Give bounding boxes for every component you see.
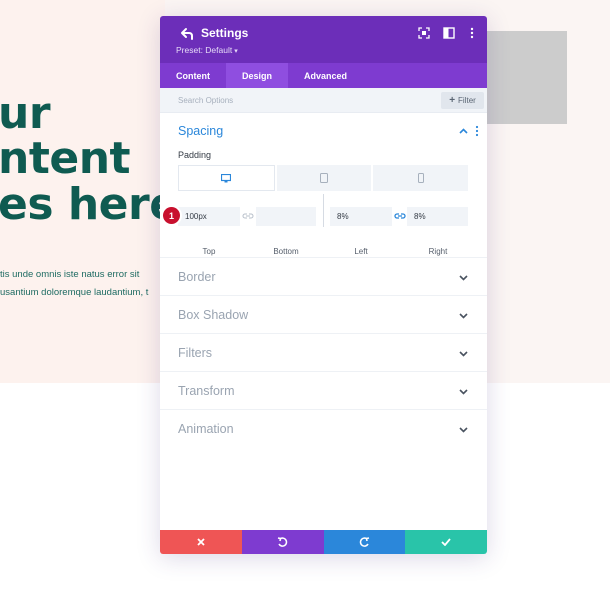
redo-icon (359, 536, 370, 547)
preset-dropdown[interactable]: Preset: Default ▾ (176, 45, 238, 55)
modal-header: Settings Preset: Default ▾ (160, 16, 487, 63)
step-badge: 1 (163, 207, 180, 224)
chevron-down-icon (459, 427, 468, 433)
search-options-bar[interactable]: Search Options + Filter (160, 88, 487, 113)
desktop-icon (221, 173, 232, 182)
section-animation-title: Animation (178, 422, 234, 436)
padding-right-label: Right (428, 247, 448, 256)
settings-modal: Settings Preset: Default ▾ Content Design… (160, 16, 487, 554)
filter-button[interactable]: + Filter (441, 92, 484, 109)
padding-right-input[interactable]: 8% (407, 207, 468, 226)
body-text-line-2: usantium doloremque laudantium, t (0, 287, 149, 298)
caret-down-icon: ▾ (234, 48, 238, 55)
padding-left-label: Left (354, 247, 368, 256)
more-vertical-icon[interactable] (473, 125, 481, 137)
tab-content[interactable]: Content (160, 63, 226, 88)
divider (323, 194, 324, 227)
cancel-icon (197, 538, 205, 546)
section-transform[interactable]: Transform (160, 372, 487, 410)
padding-top-input[interactable]: 100px (178, 207, 240, 226)
spacing-title[interactable]: Spacing (178, 124, 223, 138)
cancel-button[interactable] (160, 530, 242, 554)
body-text-line-1: tis unde omnis iste natus error sit (0, 269, 140, 280)
search-input[interactable]: Search Options (178, 96, 233, 105)
preset-label: Preset: Default (176, 45, 233, 55)
padding-bottom-label: Bottom (273, 247, 299, 256)
headline-line-2: ntent (0, 133, 131, 184)
section-transform-title: Transform (178, 384, 235, 398)
phone-icon (417, 173, 424, 183)
spacing-section: Spacing Padding (160, 113, 487, 258)
split-view-icon[interactable] (443, 27, 455, 39)
page: ur ntent es here. tis unde omnis iste na… (0, 0, 610, 611)
section-box-shadow[interactable]: Box Shadow (160, 296, 487, 334)
expand-icon[interactable] (418, 27, 430, 39)
padding-label: Padding (178, 150, 212, 160)
device-tab-phone[interactable] (373, 165, 469, 191)
modal-title: Settings (201, 26, 249, 40)
section-filters-title: Filters (178, 346, 213, 360)
link-icon[interactable] (242, 211, 254, 221)
tablet-icon (320, 173, 328, 183)
plus-icon: + (449, 95, 456, 106)
filter-label: Filter (458, 96, 476, 105)
image-placeholder (487, 31, 567, 124)
chevron-down-icon (459, 389, 468, 395)
device-tab-desktop[interactable] (178, 165, 275, 191)
padding-bottom-input[interactable] (256, 207, 316, 226)
tab-advanced[interactable]: Advanced (288, 63, 363, 88)
padding-left-input[interactable]: 8% (330, 207, 392, 226)
save-check-icon (441, 538, 451, 546)
device-tab-tablet[interactable] (276, 165, 372, 191)
undo-icon (277, 536, 288, 547)
device-tabs (178, 165, 469, 191)
section-filters[interactable]: Filters (160, 334, 487, 372)
more-vertical-icon[interactable] (466, 27, 478, 39)
section-box-shadow-title: Box Shadow (178, 308, 249, 322)
tab-design[interactable]: Design (226, 63, 289, 88)
section-border[interactable]: Border (160, 258, 487, 296)
padding-top-label: Top (202, 247, 216, 256)
redo-button[interactable] (323, 530, 406, 554)
action-bar (160, 530, 487, 554)
headline-line-1: ur (0, 88, 51, 139)
link-active-icon[interactable] (394, 211, 406, 221)
settings-tabs: Content Design Advanced (160, 63, 487, 88)
chevron-down-icon (459, 313, 468, 319)
back-arrow-icon[interactable] (180, 27, 194, 41)
section-animation[interactable]: Animation (160, 410, 487, 448)
chevron-down-icon (459, 351, 468, 357)
undo-button[interactable] (241, 530, 324, 554)
save-button[interactable] (405, 530, 487, 554)
section-border-title: Border (178, 270, 216, 284)
chevron-down-icon (459, 275, 468, 281)
chevron-up-icon[interactable] (459, 127, 468, 136)
